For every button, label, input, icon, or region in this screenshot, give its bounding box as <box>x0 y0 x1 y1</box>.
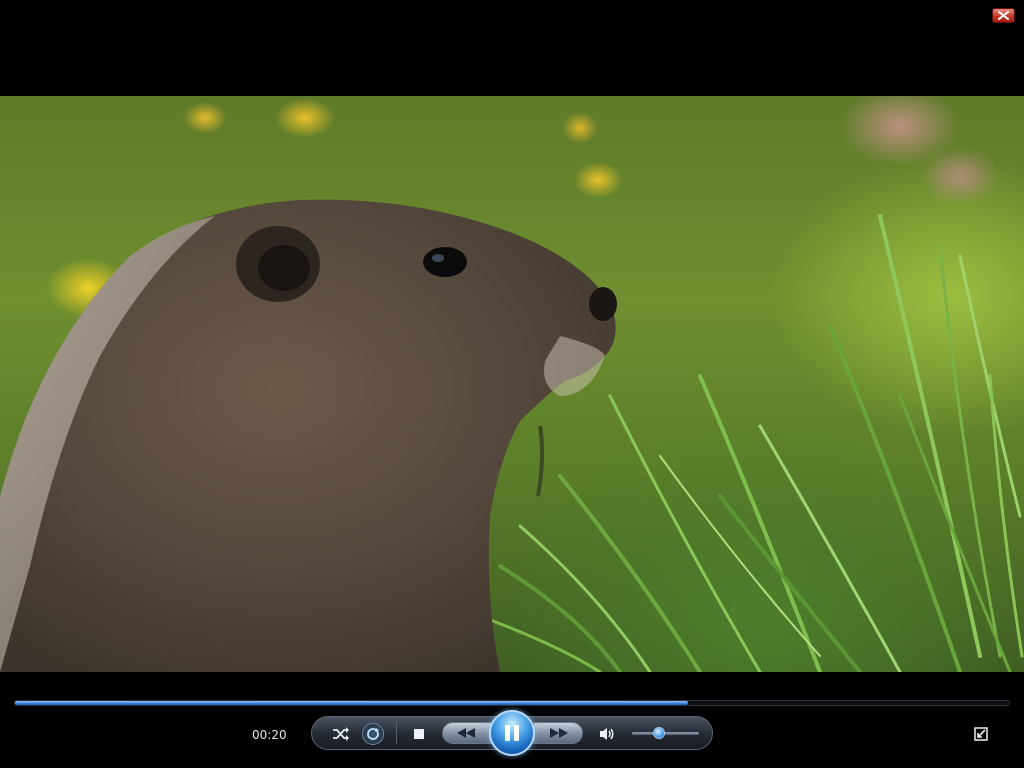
rewind-icon <box>457 728 475 738</box>
repeat-icon <box>367 728 379 740</box>
seek-progress <box>15 701 688 705</box>
shuffle-icon <box>333 727 349 741</box>
shuffle-button[interactable] <box>329 725 353 743</box>
volume-slider[interactable] <box>632 732 699 735</box>
volume-slider-thumb[interactable] <box>652 727 665 739</box>
repeat-button[interactable] <box>362 723 384 745</box>
close-icon <box>998 11 1009 20</box>
video-display[interactable] <box>0 96 1024 672</box>
next-button[interactable] <box>533 722 583 744</box>
play-pause-button[interactable] <box>489 710 535 756</box>
video-frame-illustration <box>0 199 1024 672</box>
seek-bar[interactable] <box>14 700 1010 706</box>
elapsed-time: 00:20 <box>252 728 287 742</box>
previous-button[interactable] <box>442 722 492 744</box>
speaker-icon <box>600 728 614 740</box>
stop-icon <box>414 729 424 739</box>
pause-icon <box>505 725 519 741</box>
controls-divider <box>396 722 397 744</box>
stop-button[interactable] <box>410 725 428 743</box>
close-button[interactable] <box>992 8 1015 23</box>
mute-button[interactable] <box>596 725 618 743</box>
restore-window-icon <box>974 727 988 741</box>
exit-full-screen-button[interactable] <box>972 725 990 743</box>
fast-forward-icon <box>550 728 568 738</box>
